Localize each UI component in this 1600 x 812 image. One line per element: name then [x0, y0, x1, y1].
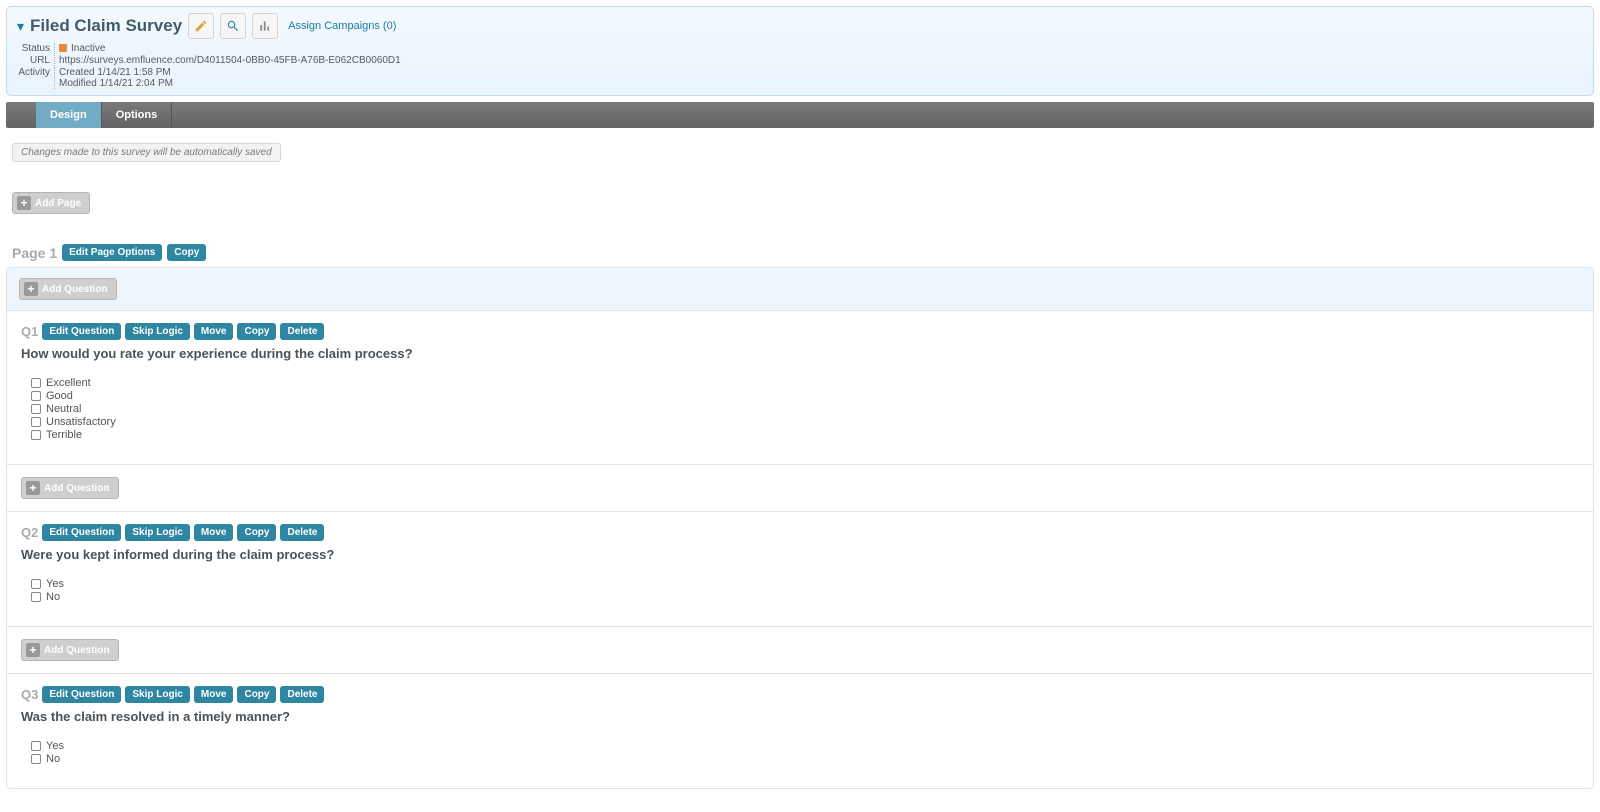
tab-options[interactable]: Options — [102, 102, 173, 128]
checkbox-icon — [31, 417, 41, 427]
add-question-button-top[interactable]: + Add Question — [19, 278, 117, 300]
delete-button[interactable]: Delete — [280, 323, 324, 340]
option-item[interactable]: Neutral — [31, 403, 1579, 415]
collapse-toggle[interactable]: ▾ — [17, 18, 24, 35]
question-block: Q2 Edit QuestionSkip LogicMoveCopyDelete W… — [7, 511, 1593, 626]
delete-button[interactable]: Delete — [280, 686, 324, 703]
checkbox-icon — [31, 404, 41, 414]
checkbox-icon — [31, 741, 41, 751]
edit-question-button[interactable]: Edit Question — [42, 686, 121, 703]
copy-page-button[interactable]: Copy — [167, 244, 206, 261]
option-item[interactable]: No — [31, 591, 1579, 603]
option-label: No — [46, 753, 60, 765]
move-button[interactable]: Move — [194, 524, 234, 541]
search-icon[interactable] — [220, 13, 246, 39]
url-label: URL — [17, 55, 55, 66]
checkbox-icon — [31, 754, 41, 764]
option-item[interactable]: Good — [31, 390, 1579, 402]
status-label: Status — [17, 43, 55, 54]
plus-icon: + — [17, 196, 31, 210]
edit-question-button[interactable]: Edit Question — [42, 524, 121, 541]
edit-question-button[interactable]: Edit Question — [42, 323, 121, 340]
plus-icon: + — [24, 282, 38, 296]
page-title: Page 1 — [12, 245, 57, 261]
autosave-note: Changes made to this survey will be auto… — [12, 143, 281, 162]
option-label: Neutral — [46, 403, 81, 415]
copy-button[interactable]: Copy — [237, 686, 276, 703]
chart-icon[interactable] — [252, 13, 278, 39]
question-text: Was the claim resolved in a timely manne… — [21, 709, 1579, 724]
option-label: Excellent — [46, 377, 91, 389]
copy-button[interactable]: Copy — [237, 323, 276, 340]
url-value: https://surveys.emfluence.com/D4011504-0… — [59, 55, 1583, 66]
question-number: Q2 — [21, 525, 38, 540]
option-label: Terrible — [46, 429, 82, 441]
option-label: Good — [46, 390, 73, 402]
status-dot-icon — [59, 44, 67, 52]
checkbox-icon — [31, 592, 41, 602]
option-item[interactable]: Terrible — [31, 429, 1579, 441]
add-page-button[interactable]: + Add Page — [12, 192, 90, 214]
option-item[interactable]: Unsatisfactory — [31, 416, 1579, 428]
checkbox-icon — [31, 430, 41, 440]
option-label: Unsatisfactory — [46, 416, 116, 428]
edit-icon[interactable] — [188, 13, 214, 39]
option-label: No — [46, 591, 60, 603]
checkbox-icon — [31, 378, 41, 388]
page-body: + Add Question Q1Edit QuestionSkip Logic… — [6, 267, 1594, 789]
option-item[interactable]: Yes — [31, 740, 1579, 752]
assign-campaigns-link[interactable]: Assign Campaigns (0) — [288, 20, 396, 32]
survey-title: Filed Claim Survey — [30, 16, 182, 36]
option-item[interactable]: Yes — [31, 578, 1579, 590]
checkbox-icon — [31, 579, 41, 589]
skip-logic-button[interactable]: Skip Logic — [125, 323, 190, 340]
move-button[interactable]: Move — [194, 686, 234, 703]
question-number: Q1 — [21, 324, 38, 339]
checkbox-icon — [31, 391, 41, 401]
activity-value: Created 1/14/21 1:58 PM Modified 1/14/21… — [59, 67, 1583, 89]
question-number: Q3 — [21, 687, 38, 702]
question-text: Were you kept informed during the claim … — [21, 547, 1579, 562]
plus-icon: + — [26, 481, 40, 495]
edit-page-options-button[interactable]: Edit Page Options — [62, 244, 162, 261]
plus-icon: + — [26, 643, 40, 657]
add-question-button[interactable]: +Add Question — [21, 477, 119, 499]
activity-label: Activity — [17, 67, 55, 89]
delete-button[interactable]: Delete — [280, 524, 324, 541]
tab-bar: Design Options — [6, 102, 1594, 128]
add-question-button[interactable]: +Add Question — [21, 639, 119, 661]
option-item[interactable]: No — [31, 753, 1579, 765]
survey-header-panel: ▾ Filed Claim Survey Assign Campaigns (0… — [6, 6, 1594, 96]
option-label: Yes — [46, 578, 64, 590]
skip-logic-button[interactable]: Skip Logic — [125, 686, 190, 703]
question-text: How would you rate your experience durin… — [21, 346, 1579, 361]
move-button[interactable]: Move — [194, 323, 234, 340]
status-value: Inactive — [59, 43, 1583, 54]
option-item[interactable]: Excellent — [31, 377, 1579, 389]
skip-logic-button[interactable]: Skip Logic — [125, 524, 190, 541]
question-block: Q3 Edit QuestionSkip LogicMoveCopyDelete W… — [7, 673, 1593, 788]
copy-button[interactable]: Copy — [237, 524, 276, 541]
question-block: Q1 Edit QuestionSkip LogicMoveCopyDelete H… — [7, 311, 1593, 464]
tab-design[interactable]: Design — [36, 102, 102, 128]
option-label: Yes — [46, 740, 64, 752]
